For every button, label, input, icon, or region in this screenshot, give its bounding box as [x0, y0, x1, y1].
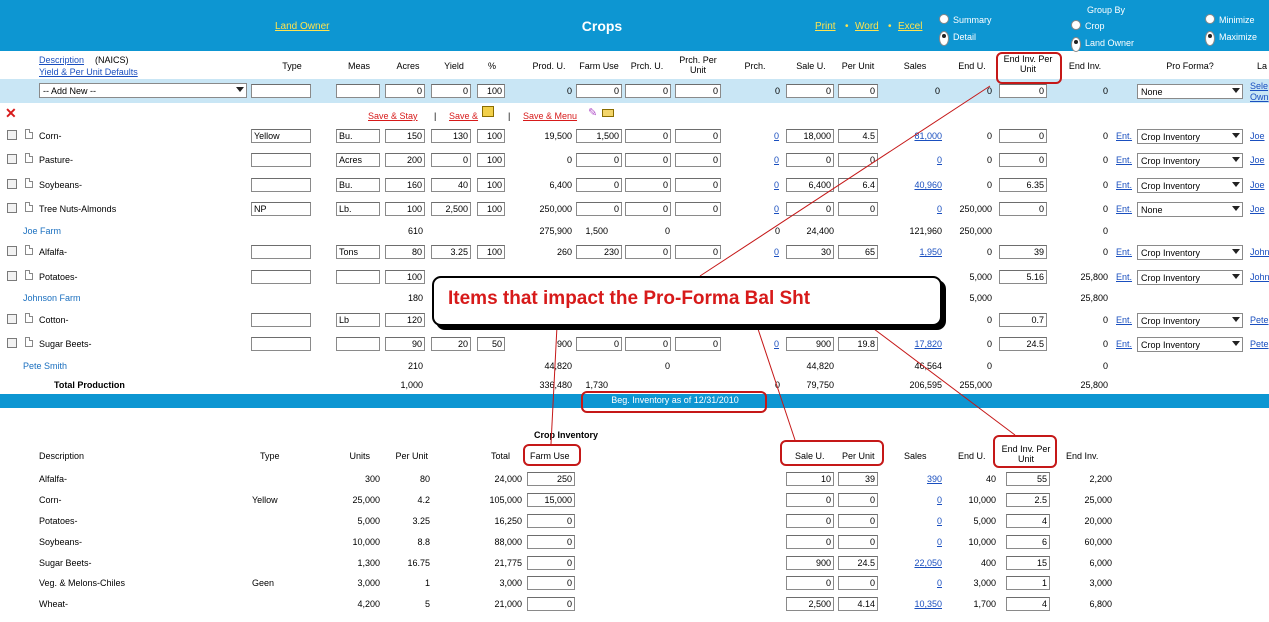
annotation-callout: Items that impact the Pro-Forma Bal Sht [432, 276, 942, 326]
end-inv-per-unit-highlight [996, 52, 1062, 84]
sale-per-unit-highlight [780, 440, 884, 466]
end-inv-per-unit-highlight-2 [993, 435, 1057, 468]
beg-inventory-highlight [581, 391, 767, 413]
farm-use-highlight [523, 444, 581, 466]
